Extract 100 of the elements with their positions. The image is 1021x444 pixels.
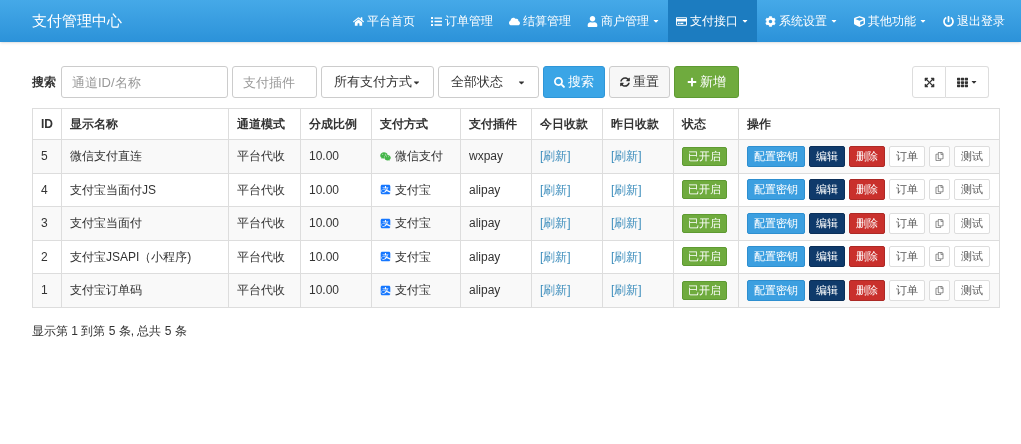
column-header: 昨日收款 (602, 108, 674, 140)
table-cell: 平台代收 (228, 273, 301, 307)
column-header: 通道模式 (228, 108, 301, 140)
refresh-link[interactable]: [刷新] (611, 283, 642, 298)
table-cell: 支付宝订单码 (61, 273, 229, 307)
table-cell: 平台代收 (228, 139, 301, 173)
delete-button[interactable]: 删除 (849, 279, 885, 301)
nav-item[interactable]: 订单管理 (423, 0, 501, 42)
status-badge[interactable]: 已开启 (682, 280, 727, 300)
cube-icon (854, 15, 865, 27)
table-cell: 10.00 (300, 206, 372, 240)
status-select[interactable]: 全部状态 (438, 66, 539, 98)
table-cell: 平台代收 (228, 173, 301, 207)
reset-button[interactable]: 重置 (609, 66, 670, 98)
delete-button[interactable]: 删除 (849, 179, 885, 201)
columns-button[interactable] (946, 66, 989, 98)
copy-button[interactable] (929, 279, 950, 301)
action-button[interactable]: 订单 (889, 279, 925, 301)
status-badge[interactable]: 已开启 (682, 213, 727, 233)
status-badge[interactable]: 已开启 (682, 180, 727, 200)
refresh-link[interactable]: [刷新] (611, 182, 642, 197)
nav-item[interactable]: 商户管理 (579, 0, 668, 42)
table-cell: alipay (460, 240, 532, 274)
payment-method-text: 支付宝 (395, 248, 431, 266)
user-icon (587, 15, 598, 27)
fullscreen-button[interactable] (912, 66, 946, 98)
refresh-icon (620, 77, 630, 87)
table-cell: 平台代收 (228, 206, 301, 240)
table-cell: 5 (32, 139, 62, 173)
search-icon (554, 76, 565, 88)
table-cell: alipay (460, 173, 532, 207)
method-select[interactable]: 所有支付方式 (321, 66, 434, 98)
status-badge[interactable]: 已开启 (682, 247, 727, 267)
fullscreen-icon (923, 76, 935, 88)
search-button[interactable]: 搜索 (543, 66, 605, 98)
table-cell: 10.00 (300, 273, 372, 307)
action-button[interactable]: 测试 (954, 179, 990, 201)
alipay-icon (380, 184, 391, 196)
table-cell: 平台代收 (228, 240, 301, 274)
card-icon (676, 15, 687, 27)
copy-button[interactable] (929, 145, 950, 167)
action-button[interactable]: 测试 (954, 279, 990, 301)
column-header: ID (32, 108, 62, 140)
payment-method-text: 支付宝 (395, 181, 431, 199)
nav-item[interactable]: 退出登录 (935, 0, 1013, 42)
config-key-button[interactable]: 配置密钥 (747, 246, 805, 268)
action-button[interactable]: 测试 (954, 212, 990, 234)
action-button[interactable]: 测试 (954, 145, 990, 167)
config-key-button[interactable]: 配置密钥 (747, 145, 805, 167)
home-icon (353, 15, 364, 27)
refresh-link[interactable]: [刷新] (611, 249, 642, 264)
config-key-button[interactable]: 配置密钥 (747, 212, 805, 234)
table-cell: 10.00 (300, 173, 372, 207)
grid-icon (956, 76, 968, 88)
table-cell: 2 (32, 240, 62, 274)
table-cell: 支付宝JSAPI（小程序) (61, 240, 229, 274)
column-header: 支付方式 (371, 108, 461, 140)
nav-item[interactable]: 系统设置 (757, 0, 846, 42)
caret-icon (969, 78, 978, 86)
edit-button[interactable]: 编辑 (809, 179, 845, 201)
copy-button[interactable] (929, 179, 950, 201)
power-icon (943, 15, 954, 27)
refresh-link[interactable]: [刷新] (611, 216, 642, 231)
nav-item[interactable]: 其他功能 (846, 0, 935, 42)
action-button[interactable]: 测试 (954, 246, 990, 268)
nav-item[interactable]: 平台首页 (345, 0, 423, 42)
refresh-link[interactable]: [刷新] (540, 182, 571, 197)
config-key-button[interactable]: 配置密钥 (747, 279, 805, 301)
edit-button[interactable]: 编辑 (809, 246, 845, 268)
column-header: 分成比例 (300, 108, 372, 140)
table-cell: 支付宝当面付 (61, 206, 229, 240)
delete-button[interactable]: 删除 (849, 145, 885, 167)
edit-button[interactable]: 编辑 (809, 279, 845, 301)
add-button[interactable]: 新增 (674, 66, 739, 98)
caret-icon (652, 17, 660, 25)
copy-button[interactable] (929, 246, 950, 268)
refresh-link[interactable]: [刷新] (540, 249, 571, 264)
edit-button[interactable]: 编辑 (809, 212, 845, 234)
status-badge[interactable]: 已开启 (682, 146, 727, 166)
edit-button[interactable]: 编辑 (809, 145, 845, 167)
id-search-field[interactable]: 通道ID/名称 (61, 66, 228, 98)
delete-button[interactable]: 删除 (849, 246, 885, 268)
plugin-field[interactable]: 支付插件 (232, 66, 317, 98)
search-label: 搜索 (32, 74, 56, 91)
copy-icon (935, 151, 944, 161)
action-button[interactable]: 订单 (889, 145, 925, 167)
nav-item[interactable]: 支付接口 (668, 0, 757, 42)
alipay-icon (380, 284, 391, 296)
refresh-link[interactable]: [刷新] (540, 283, 571, 298)
action-button[interactable]: 订单 (889, 179, 925, 201)
refresh-link[interactable]: [刷新] (611, 149, 642, 164)
settings-icon (765, 15, 776, 27)
action-button[interactable]: 订单 (889, 212, 925, 234)
copy-button[interactable] (929, 212, 950, 234)
refresh-link[interactable]: [刷新] (540, 216, 571, 231)
action-button[interactable]: 订单 (889, 246, 925, 268)
refresh-link[interactable]: [刷新] (540, 149, 571, 164)
config-key-button[interactable]: 配置密钥 (747, 179, 805, 201)
delete-button[interactable]: 删除 (849, 212, 885, 234)
nav-item[interactable]: 结算管理 (501, 0, 579, 42)
